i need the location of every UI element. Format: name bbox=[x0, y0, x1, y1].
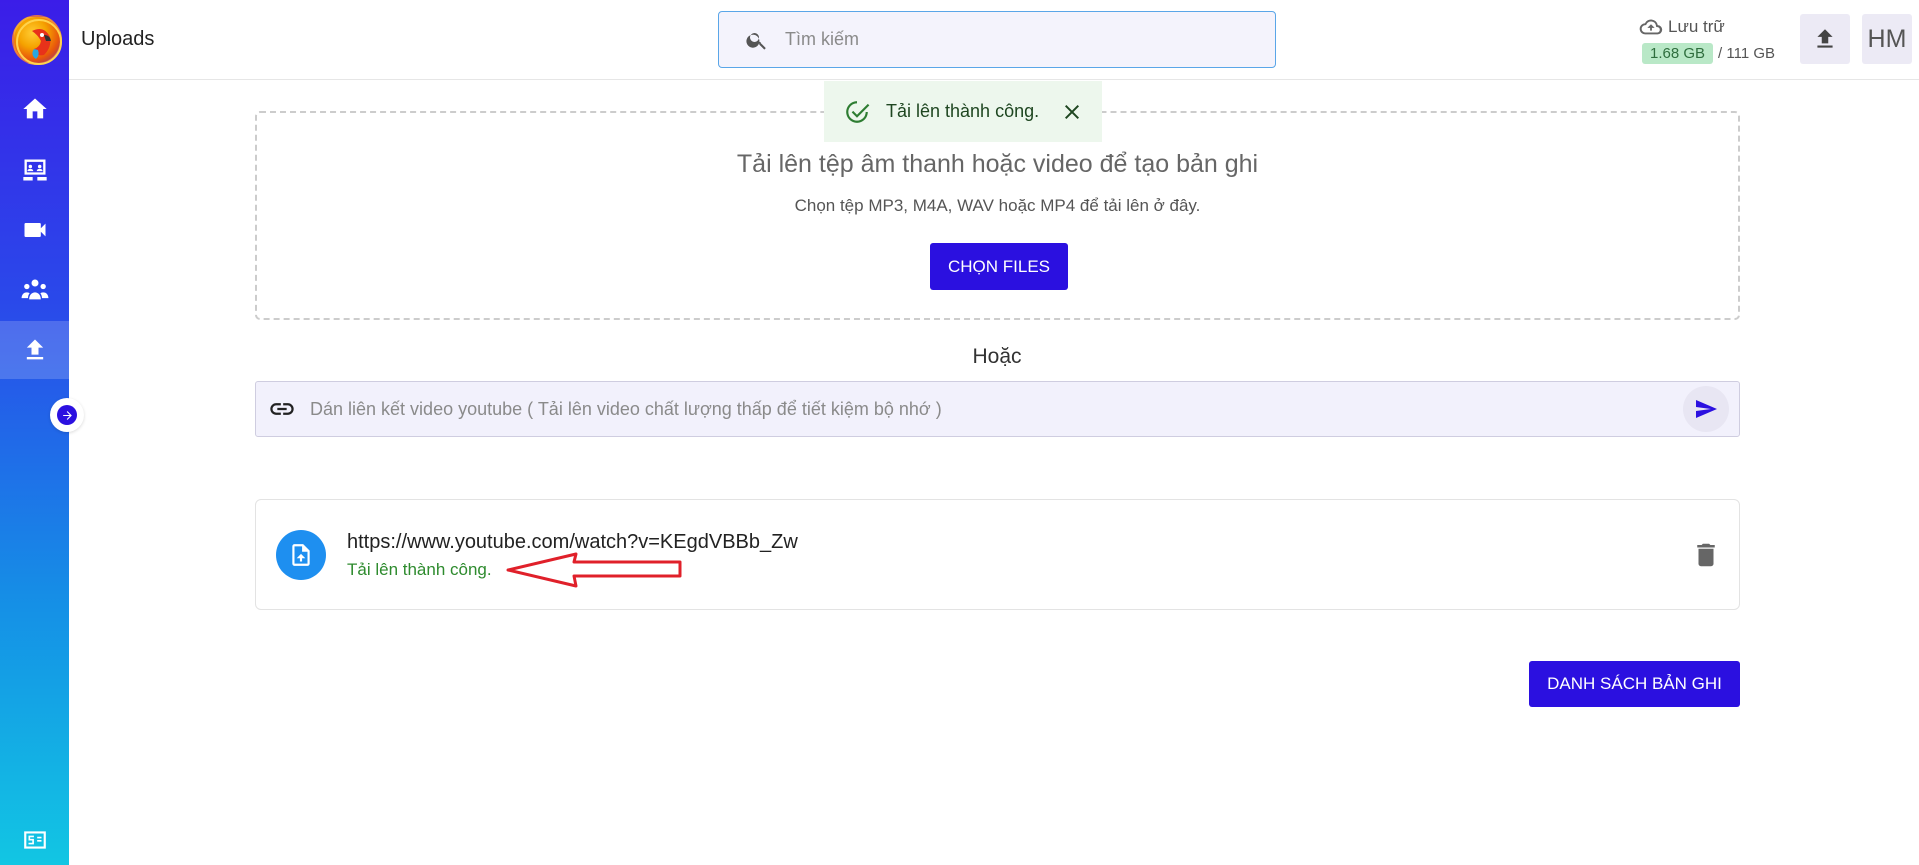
or-divider-text: Hoặc bbox=[972, 345, 1022, 368]
sidebar-item-billing[interactable] bbox=[0, 815, 69, 865]
delete-button[interactable] bbox=[1691, 540, 1721, 570]
sidebar-item-videos[interactable] bbox=[0, 201, 69, 259]
choose-files-button[interactable]: CHỌN FILES bbox=[930, 243, 1068, 290]
trash-icon bbox=[1697, 543, 1715, 567]
billing-icon bbox=[23, 831, 46, 849]
sidebar-item-home[interactable] bbox=[0, 80, 69, 138]
storage-label: Lưu trữ bbox=[1668, 17, 1725, 36]
file-upload-icon bbox=[276, 530, 326, 580]
toast-message: Tải lên thành công. bbox=[886, 101, 1040, 121]
arrow-right-icon bbox=[62, 410, 72, 420]
sidebar-item-groups[interactable] bbox=[0, 261, 69, 319]
parrot-logo[interactable] bbox=[12, 15, 62, 65]
success-toast: Tải lên thành công. bbox=[824, 81, 1102, 142]
search-input[interactable] bbox=[785, 29, 1265, 50]
search-box[interactable] bbox=[718, 11, 1276, 68]
dropzone-subtitle: Chọn tệp MP3, M4A, WAV hoặc MP4 để tải l… bbox=[794, 196, 1201, 215]
expand-sidebar-button[interactable] bbox=[50, 398, 84, 432]
home-icon bbox=[22, 98, 47, 119]
youtube-link-input[interactable] bbox=[310, 398, 1640, 420]
youtube-link-box[interactable] bbox=[255, 381, 1740, 437]
check-circle-icon bbox=[846, 100, 870, 123]
video-camera-icon bbox=[24, 223, 45, 237]
upload-icon bbox=[1817, 29, 1833, 48]
sidebar bbox=[0, 0, 69, 865]
upload-button[interactable] bbox=[1800, 14, 1850, 64]
storage-total: / 111 GB bbox=[1718, 45, 1776, 62]
top-header: Uploads Lưu trữ 1.68 GB / 111 GB HM bbox=[69, 0, 1919, 80]
red-annotation-arrow-icon bbox=[506, 552, 682, 588]
search-icon bbox=[746, 32, 766, 50]
storage-used-badge: 1.68 GB bbox=[1642, 43, 1714, 64]
upload-item-status: Tải lên thành công. bbox=[347, 560, 492, 579]
close-icon[interactable] bbox=[1060, 100, 1084, 124]
group-icon bbox=[21, 279, 48, 300]
user-avatar[interactable]: HM bbox=[1862, 14, 1912, 64]
dropzone-title: Tải lên tệp âm thanh hoặc video để tạo b… bbox=[736, 150, 1259, 178]
sidebar-item-meetings[interactable] bbox=[0, 141, 69, 199]
link-icon bbox=[270, 403, 294, 415]
meeting-icon bbox=[22, 159, 47, 181]
file-dropzone[interactable]: Tải lên tệp âm thanh hoặc video để tạo b… bbox=[255, 111, 1740, 320]
send-icon bbox=[1696, 400, 1717, 418]
page-title: Uploads bbox=[81, 28, 155, 50]
cloud-upload-icon bbox=[1639, 19, 1663, 35]
storage-indicator: Lưu trữ 1.68 GB / 111 GB bbox=[1639, 16, 1792, 66]
send-link-button[interactable] bbox=[1683, 386, 1729, 432]
upload-list-item: https://www.youtube.com/watch?v=KEgdVBBb… bbox=[255, 499, 1740, 610]
recordings-list-button[interactable]: DANH SÁCH BẢN GHI bbox=[1529, 661, 1740, 707]
